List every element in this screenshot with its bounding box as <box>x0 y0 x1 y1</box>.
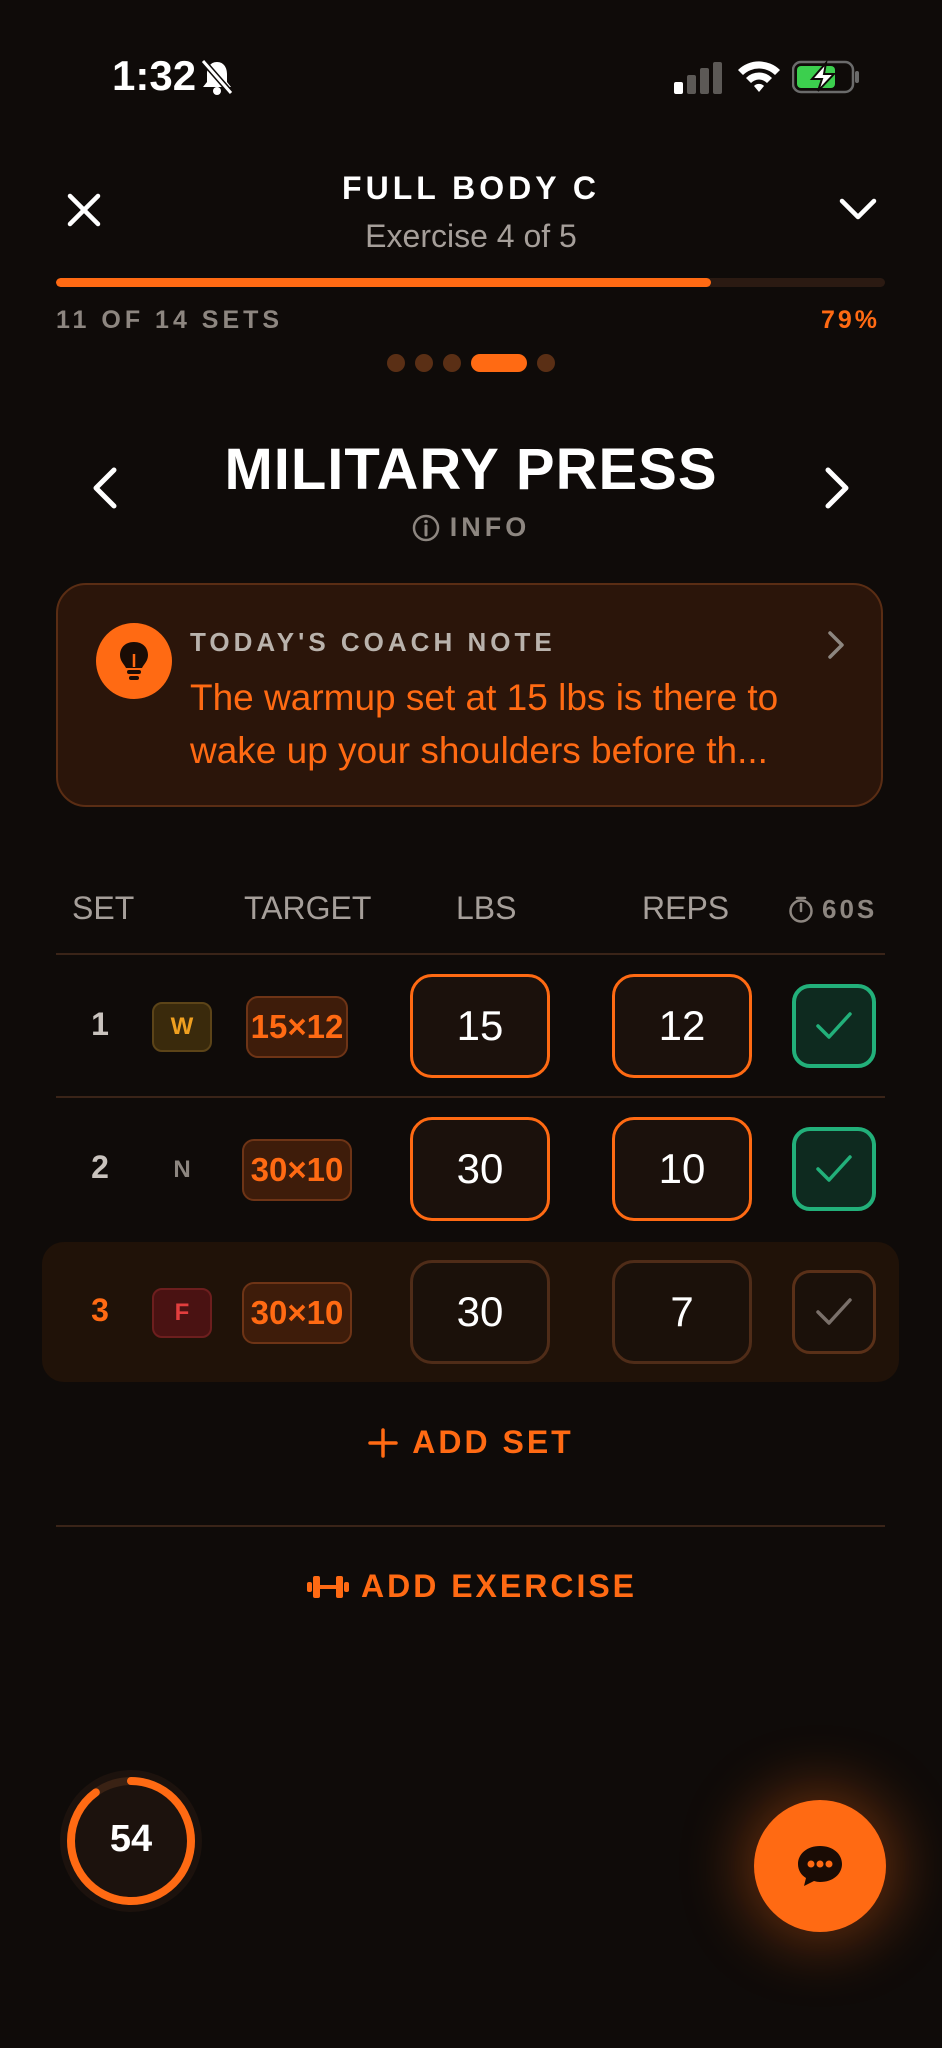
set-type-badge[interactable]: N <box>152 1145 212 1195</box>
rest-timer-setting[interactable]: 60S <box>788 894 877 925</box>
coach-note-card[interactable]: TODAY'S COACH NOTE The warmup set at 15 … <box>56 583 883 807</box>
chat-bubble-icon <box>798 1846 842 1886</box>
stopwatch-icon <box>789 896 813 923</box>
exercise-name: MILITARY PRESS <box>224 437 718 502</box>
table-row: 2 N 30×10 30 10 <box>42 1101 899 1241</box>
rest-timer-value: 54 <box>109 1818 153 1860</box>
pager-dot[interactable] <box>537 354 555 372</box>
pager-dot[interactable] <box>415 354 433 372</box>
reps-input[interactable]: 10 <box>612 1117 752 1221</box>
set-complete-checkbox[interactable] <box>792 1270 876 1354</box>
column-header-reps: REPS <box>642 890 730 926</box>
dumbbell-icon <box>306 1575 349 1598</box>
workout-progress-fill <box>56 278 711 287</box>
table-row: 1 W 15×12 15 12 <box>42 958 899 1098</box>
set-type-badge[interactable]: W <box>152 1002 212 1052</box>
exercise-pager-dots <box>0 354 942 372</box>
add-exercise-button[interactable]: ADD EXERCISE <box>0 1568 942 1605</box>
set-number: 2 <box>91 1149 109 1185</box>
exercise-counter: Exercise 4 of 5 <box>365 218 577 254</box>
reps-input[interactable]: 7 <box>612 1260 752 1364</box>
chevron-right-icon <box>825 467 849 509</box>
add-set-label: ADD SET <box>412 1424 574 1460</box>
chevron-down-icon <box>839 198 877 220</box>
checkmark-icon <box>816 1298 852 1325</box>
status-time: 1:32 <box>112 52 197 99</box>
lbs-input[interactable]: 30 <box>410 1117 550 1221</box>
reps-input[interactable]: 12 <box>612 974 752 1078</box>
lbs-input[interactable]: 15 <box>410 974 550 1078</box>
exercise-info-button[interactable]: INFO <box>0 512 942 543</box>
lbs-input[interactable]: 30 <box>410 1260 550 1364</box>
coach-note-text: The warmup set at 15 lbs is there to wak… <box>190 677 779 771</box>
table-header-divider <box>56 953 885 955</box>
battery-charging-icon <box>792 60 859 94</box>
add-set-button[interactable]: ADD SET <box>0 1424 942 1461</box>
target-badge: 15×12 <box>246 996 348 1058</box>
progress-percent-label: 79% <box>820 306 880 334</box>
workout-title: FULL BODY C <box>342 170 600 206</box>
checkmark-icon <box>816 1012 852 1039</box>
column-header-target: TARGET <box>244 890 372 926</box>
set-complete-checkbox[interactable] <box>792 1127 876 1211</box>
collapse-button[interactable] <box>830 182 886 238</box>
coach-note-label: TODAY'S COACH NOTE <box>190 627 556 657</box>
wifi-icon <box>738 61 780 92</box>
section-divider <box>56 1525 885 1527</box>
chat-button[interactable] <box>754 1800 886 1932</box>
plus-icon <box>368 1427 399 1458</box>
sets-completed-label: 11 OF 14 SETS <box>56 306 284 334</box>
row-divider <box>56 1096 885 1098</box>
target-badge: 30×10 <box>242 1282 352 1344</box>
info-icon <box>412 514 439 541</box>
cell-signal-icon <box>674 62 722 94</box>
bell-muted-icon <box>200 59 234 95</box>
pager-dot-active[interactable] <box>471 354 527 372</box>
column-header-lbs: LBS <box>456 890 517 926</box>
add-exercise-label: ADD EXERCISE <box>360 1568 638 1604</box>
target-badge: 30×10 <box>242 1139 352 1201</box>
workout-progress-bar <box>56 278 885 287</box>
info-label: INFO <box>449 512 531 542</box>
chevron-right-icon <box>828 631 844 659</box>
table-row-current: 3 F 30×10 30 7 <box>42 1242 899 1382</box>
set-number: 3 <box>91 1292 109 1328</box>
lightbulb-icon <box>96 623 172 699</box>
set-complete-checkbox[interactable] <box>792 984 876 1068</box>
column-header-set: SET <box>72 890 135 926</box>
pager-dot[interactable] <box>387 354 405 372</box>
pager-dot[interactable] <box>443 354 461 372</box>
checkmark-icon <box>816 1155 852 1182</box>
set-type-badge[interactable]: F <box>152 1288 212 1338</box>
rest-timer-label: 60S <box>822 894 878 924</box>
set-number: 1 <box>91 1006 109 1042</box>
next-exercise-button[interactable] <box>808 458 868 518</box>
